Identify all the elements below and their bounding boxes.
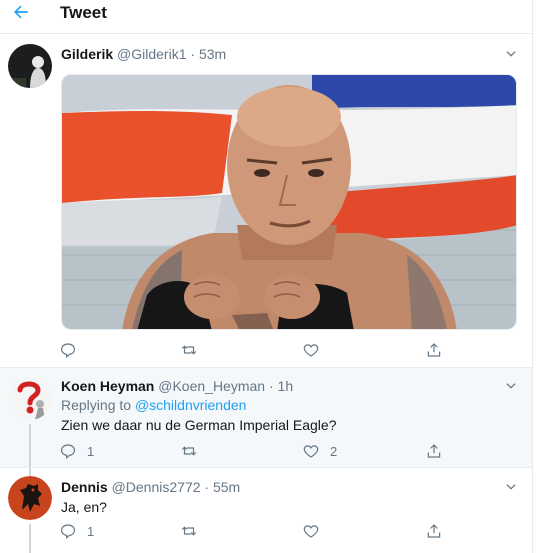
like-button[interactable]: [302, 521, 330, 541]
share-button[interactable]: [425, 441, 443, 461]
share-button[interactable]: [425, 521, 443, 541]
mention-link[interactable]: @schildnvrienden: [135, 397, 247, 413]
like-count: 2: [330, 443, 338, 459]
heart-icon: [303, 525, 319, 538]
tweet-actions: [53, 340, 453, 360]
tweet-text: Zien we daar nu de German Imperial Eagle…: [61, 417, 337, 433]
timestamp[interactable]: 53m: [199, 46, 226, 62]
chevron-down-icon[interactable]: [504, 480, 518, 494]
retweet-button[interactable]: [180, 340, 208, 360]
share-icon: [427, 524, 441, 538]
like-button[interactable]: 2: [302, 441, 337, 461]
timestamp[interactable]: 55m: [213, 479, 240, 495]
tweet-actions: 1: [53, 521, 453, 541]
author-handle[interactable]: @Gilderik1: [117, 46, 186, 62]
replying-to: Replying to @schildnvrienden: [61, 397, 246, 413]
reply-icon: [61, 524, 75, 540]
arrow-left-icon[interactable]: [8, 2, 34, 24]
thread-line: [29, 424, 31, 468]
retweet-icon: [181, 446, 197, 456]
reply-count: 1: [87, 523, 95, 539]
replying-to-prefix: Replying to: [61, 397, 135, 413]
avatar[interactable]: [8, 476, 52, 520]
like-button[interactable]: [302, 340, 330, 360]
author-name[interactable]: Koen Heyman: [61, 378, 154, 394]
chevron-down-icon[interactable]: [504, 379, 518, 393]
retweet-icon: [181, 526, 197, 536]
share-button[interactable]: [425, 340, 443, 360]
thread-line: [29, 468, 31, 476]
reply-tweet[interactable]: Dennis @Dennis2772 · 55m Ja, en? 1: [0, 467, 532, 553]
tweet-author: Dennis @Dennis2772 · 55m: [61, 479, 240, 495]
main-tweet[interactable]: Gilderik @Gilderik1 · 53m: [0, 35, 532, 367]
column-divider: [532, 0, 533, 553]
share-icon: [427, 444, 441, 458]
reply-icon: [61, 444, 75, 460]
separator: ·: [204, 479, 210, 495]
reply-button[interactable]: [59, 340, 87, 360]
reply-button[interactable]: 1: [59, 441, 94, 461]
reply-count: 1: [87, 443, 95, 459]
tweet-author: Koen Heyman @Koen_Heyman · 1h: [61, 378, 293, 394]
retweet-button[interactable]: [180, 521, 208, 541]
author-name[interactable]: Dennis: [61, 479, 108, 495]
retweet-icon: [181, 345, 197, 355]
reply-tweet[interactable]: Koen Heyman @Koen_Heyman · 1h Replying t…: [0, 367, 532, 468]
chevron-down-icon[interactable]: [504, 47, 518, 61]
retweet-button[interactable]: [180, 441, 208, 461]
heart-icon: [303, 344, 319, 357]
timestamp[interactable]: 1h: [278, 378, 294, 394]
tweet-author: Gilderik @Gilderik1 · 53m: [61, 46, 226, 62]
avatar[interactable]: [8, 376, 52, 420]
share-icon: [427, 343, 441, 357]
separator: ·: [190, 46, 196, 62]
page-title: Tweet: [60, 3, 107, 22]
reply-icon: [61, 343, 75, 359]
tweet-actions: 1 2: [53, 441, 453, 461]
reply-button[interactable]: 1: [59, 521, 94, 541]
tweet-photo[interactable]: [61, 74, 517, 330]
heart-icon: [303, 445, 319, 458]
author-handle[interactable]: @Dennis2772: [112, 479, 201, 495]
author-handle[interactable]: @Koen_Heyman: [158, 378, 265, 394]
tweet-header: Tweet: [0, 0, 532, 34]
tweet-text: Ja, en?: [61, 499, 107, 515]
thread-line: [29, 524, 31, 553]
separator: ·: [268, 378, 274, 394]
avatar[interactable]: [8, 44, 52, 88]
author-name[interactable]: Gilderik: [61, 46, 113, 62]
